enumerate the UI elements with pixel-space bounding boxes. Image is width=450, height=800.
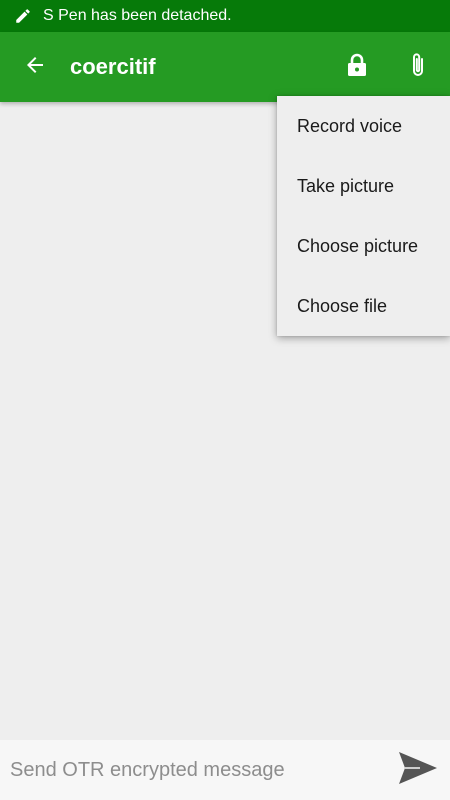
arrow-back-icon bbox=[23, 53, 47, 82]
status-notification-text: S Pen has been detached. bbox=[43, 7, 232, 24]
pen-icon bbox=[13, 6, 33, 26]
attach-menu: Record voice Take picture Choose picture… bbox=[277, 96, 450, 336]
lock-icon bbox=[345, 52, 369, 83]
app-bar: coercitif bbox=[0, 32, 450, 102]
status-bar: S Pen has been detached. bbox=[0, 0, 450, 32]
conversation-title: coercitif bbox=[70, 54, 156, 79]
encryption-lock-button[interactable] bbox=[333, 43, 381, 91]
menu-item-choose-file[interactable]: Choose file bbox=[277, 276, 450, 336]
menu-item-choose-picture[interactable]: Choose picture bbox=[277, 216, 450, 276]
send-icon bbox=[398, 751, 438, 790]
back-button[interactable] bbox=[11, 43, 59, 91]
message-composer bbox=[0, 740, 450, 800]
chat-screen: S Pen has been detached. coercitif Recor… bbox=[0, 0, 450, 800]
menu-item-record-voice[interactable]: Record voice bbox=[277, 96, 450, 156]
menu-item-take-picture[interactable]: Take picture bbox=[277, 156, 450, 216]
send-button[interactable] bbox=[394, 746, 442, 794]
paperclip-icon bbox=[406, 51, 430, 84]
attach-button[interactable] bbox=[394, 43, 442, 91]
message-input[interactable] bbox=[10, 750, 394, 790]
